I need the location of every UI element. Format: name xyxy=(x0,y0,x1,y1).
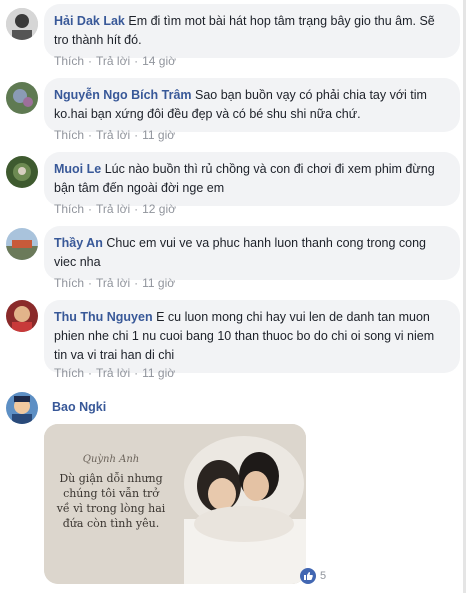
commenter-name[interactable]: Bao Ngki xyxy=(52,400,106,414)
timestamp[interactable]: 11 giờ xyxy=(142,366,175,380)
avatar-image xyxy=(6,300,38,332)
comment-text: Lúc nào buồn thì rủ chồng và con đi chơi… xyxy=(54,162,435,195)
comment-actions: Thích · Trả lời · 11 giờ xyxy=(54,366,176,380)
like-link[interactable]: Thích xyxy=(54,276,84,290)
timestamp[interactable]: 14 giờ xyxy=(142,54,176,68)
like-icon xyxy=(300,568,316,584)
comment-text: Chuc em vui ve va phuc hanh luon thanh c… xyxy=(54,236,427,269)
commenter-name[interactable]: Hải Dak Lak xyxy=(54,14,125,28)
reply-link[interactable]: Trả lời xyxy=(96,128,130,142)
photo-signature: Quỳnh Anh xyxy=(82,454,140,465)
avatar-image xyxy=(6,82,38,114)
avatar-image xyxy=(6,156,38,188)
avatar-image xyxy=(6,228,38,260)
avatar[interactable] xyxy=(6,392,38,424)
avatar[interactable] xyxy=(6,156,38,188)
photo-quote: Dù giận dỗi nhưng chúng tôi vẫn trở về v… xyxy=(56,472,166,530)
reply-link[interactable]: Trả lời xyxy=(96,276,130,290)
photo-caption: Quỳnh Anh Dù giận dỗi nhưng chúng tôi vẫ… xyxy=(56,452,166,531)
reaction-number: 5 xyxy=(320,570,327,582)
commenter-name[interactable]: Thầy An xyxy=(54,236,103,250)
avatar-image xyxy=(6,392,38,424)
comment-actions: Thích · Trả lời · 12 giờ xyxy=(54,202,176,216)
comment-bubble: Nguyễn Ngo Bích Trâm Sao bạn buồn vạy có… xyxy=(44,78,460,132)
avatar[interactable] xyxy=(6,8,38,40)
comment-actions: Thích · Trả lời · 14 giờ xyxy=(54,54,176,68)
comment-photo[interactable]: Quỳnh Anh Dù giận dỗi nhưng chúng tôi vẫ… xyxy=(44,424,306,584)
like-link[interactable]: Thích xyxy=(54,54,84,68)
comment-actions: Thích · Trả lời · 11 giờ xyxy=(54,128,176,142)
timestamp[interactable]: 12 giờ xyxy=(142,202,176,216)
comment-bubble: Muoi Le Lúc nào buồn thì rủ chồng và con… xyxy=(44,152,460,206)
timestamp[interactable]: 11 giờ xyxy=(142,276,175,290)
like-link[interactable]: Thích xyxy=(54,128,84,142)
avatar[interactable] xyxy=(6,82,38,114)
comment-bubble: Thu Thu Nguyen E cu luon mong chi hay vu… xyxy=(44,300,460,373)
commenter-name[interactable]: Thu Thu Nguyen xyxy=(54,310,153,324)
reply-link[interactable]: Trả lời xyxy=(96,54,130,68)
commenter-name[interactable]: Muoi Le xyxy=(54,162,101,176)
avatar[interactable] xyxy=(6,300,38,332)
comment-bubble: Hải Dak Lak Em đi tìm mot bài hát hop tâ… xyxy=(44,4,460,58)
commenter-name[interactable]: Nguyễn Ngo Bích Trâm xyxy=(54,88,192,102)
reply-link[interactable]: Trả lời xyxy=(96,202,130,216)
comment-bubble: Thầy An Chuc em vui ve va phuc hanh luon… xyxy=(44,226,460,280)
comment-actions: Thích · Trả lời · 11 giờ xyxy=(54,276,176,290)
reply-link[interactable]: Trả lời xyxy=(96,366,130,380)
avatar[interactable] xyxy=(6,228,38,260)
like-link[interactable]: Thích xyxy=(54,366,84,380)
timestamp[interactable]: 11 giờ xyxy=(142,128,175,142)
reaction-count[interactable]: 5 xyxy=(300,568,326,584)
like-link[interactable]: Thích xyxy=(54,202,84,216)
avatar-image xyxy=(6,8,38,40)
